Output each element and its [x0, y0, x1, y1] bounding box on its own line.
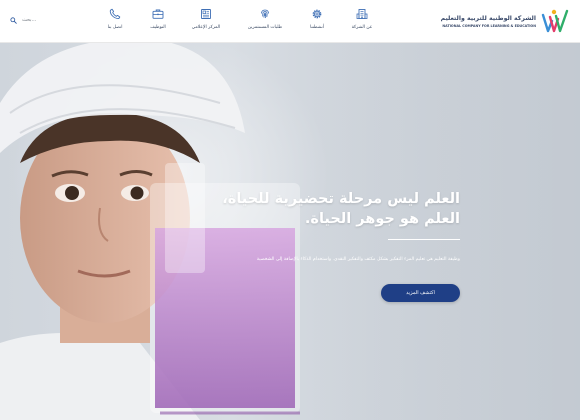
hero-title-line-1: العلم ليس مرحلة تحضيرية للحياة،: [222, 191, 460, 207]
search-icon[interactable]: [10, 16, 17, 24]
nav-label-investors: طلبات المستثمرين: [247, 25, 283, 30]
hero-banner: العلم ليس مرحلة تحضيرية للحياة، العلم هو…: [0, 43, 580, 420]
logo-name-en: NATIONAL COMPANY FOR LEARNING & EDUCATIO…: [442, 23, 536, 28]
search-label[interactable]: بحث...: [22, 17, 36, 23]
nav-item-investors[interactable]: طلبات المستثمرين: [235, 8, 295, 36]
fingerprint-icon: [261, 9, 269, 19]
nav-item-media-center[interactable]: المركز الإعلامي: [176, 8, 236, 36]
hero-photo: [0, 43, 580, 420]
newspaper-icon: [201, 9, 211, 19]
logo-mark-icon: [541, 9, 569, 33]
hero-title: العلم ليس مرحلة تحضيرية للحياة، العلم هو…: [200, 189, 460, 229]
nav-label-media-center: المركز الإعلامي: [191, 25, 221, 30]
site-header: بحث... اتصل بنا التوظيف المركز الإعلامي: [0, 0, 580, 43]
building-icon: [356, 9, 368, 19]
nav-item-about[interactable]: عن الشركة: [332, 8, 392, 36]
nav-label-contact: اتصل بنا: [107, 25, 123, 30]
nav-label-activities: أنشطتنا: [310, 25, 324, 30]
gear-icon: [312, 9, 322, 19]
hero-title-line-2: العلم هو جوهر الحياة.: [304, 211, 460, 227]
phone-icon: [109, 8, 121, 20]
hero-divider: [388, 239, 460, 240]
nav-label-about: عن الشركة: [351, 25, 373, 30]
logo-name-ar: الشركة الوطنية للتربية والتعليم: [440, 14, 536, 22]
company-logo[interactable]: الشركة الوطنية للتربية والتعليم NATIONAL…: [430, 6, 570, 36]
nav-label-careers: التوظيف: [150, 25, 166, 30]
discover-more-button[interactable]: اكتشف المزيد: [381, 284, 460, 302]
search-box[interactable]: بحث...: [10, 14, 36, 26]
hero-subtitle: وظيفة التعليم هي تعليم المرء التفكير بشك…: [256, 257, 460, 262]
briefcase-icon: [152, 9, 164, 19]
logo-text: الشركة الوطنية للتربية والتعليم NATIONAL…: [441, 15, 536, 28]
